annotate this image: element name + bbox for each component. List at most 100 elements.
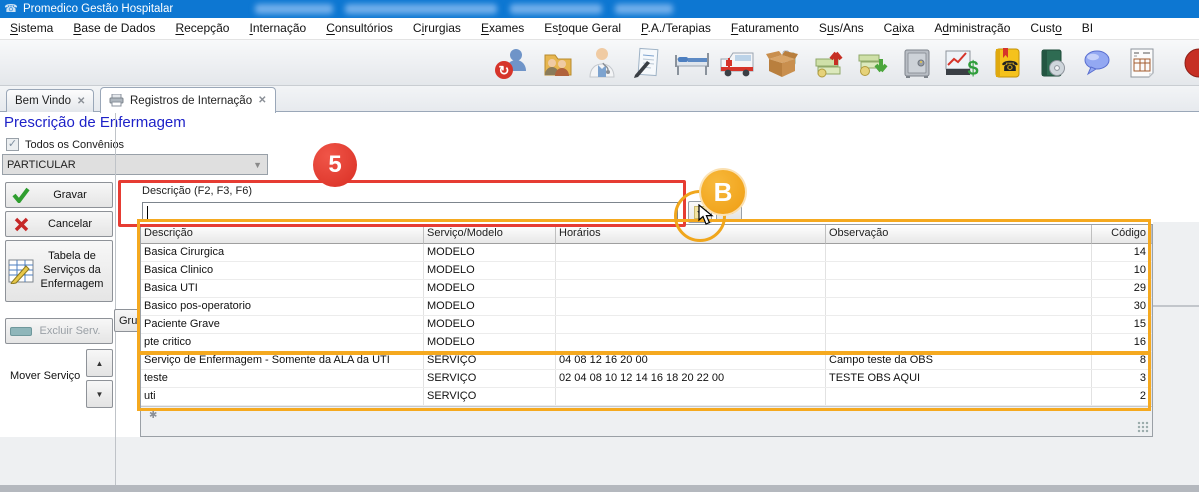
cell-4: 16: [1092, 334, 1152, 351]
cell-4: 15: [1092, 316, 1152, 333]
main-toolbar: ↻ $ ☎: [0, 40, 1199, 86]
phonebook-icon[interactable]: ☎: [987, 43, 1027, 83]
svg-text:$: $: [967, 58, 978, 80]
menu-item-custo[interactable]: Custo: [1020, 18, 1071, 39]
tab-registros-de-internacao[interactable]: Registros de Internação ✕: [100, 87, 276, 113]
service-table-button[interactable]: Tabela de Serviços da Enfermagem: [5, 240, 113, 302]
menu-item-caixa[interactable]: Caixa: [874, 18, 925, 39]
cell-4: 14: [1092, 244, 1152, 261]
menu-item-bi[interactable]: BI: [1072, 18, 1103, 39]
cell-0: Serviço de Enfermagem - Somente da ALA d…: [141, 352, 424, 369]
new-row-marker-icon: ✱: [149, 410, 157, 421]
cell-2: [556, 262, 826, 279]
down-arrow-icon: ▼: [96, 390, 104, 399]
table-row[interactable]: Basica CirurgicaMODELO14: [141, 244, 1152, 262]
cell-1: SERVIÇO: [424, 370, 556, 387]
close-icon[interactable]: ✕: [258, 95, 266, 106]
safe-icon[interactable]: [897, 43, 937, 83]
resize-grip-icon[interactable]: [1137, 421, 1149, 433]
chat-icon[interactable]: [1077, 43, 1117, 83]
tab-label: Registros de Internação: [130, 95, 252, 107]
cell-2: [556, 244, 826, 261]
table-row[interactable]: Basico pos-operatorioMODELO30: [141, 298, 1152, 316]
menu-item-administracao[interactable]: Administração: [924, 18, 1020, 39]
menu-item-sistema[interactable]: Sistema: [0, 18, 63, 39]
convenio-select[interactable]: PARTICULAR ▼: [2, 154, 268, 175]
descricao-more-button[interactable]: ...: [716, 203, 742, 222]
menu-item-sus-ans[interactable]: Sus/Ans: [809, 18, 874, 39]
cell-1: MODELO: [424, 262, 556, 279]
column-header-3[interactable]: Observação: [826, 225, 1092, 244]
tab-bar: Bem Vindo ✕ Registros de Internação ✕: [0, 86, 1199, 112]
table-row[interactable]: testeSERVIÇO02 04 08 10 12 14 16 18 20 2…: [141, 370, 1152, 388]
close-icon[interactable]: ✕: [77, 96, 85, 107]
move-down-button[interactable]: ▼: [86, 380, 113, 408]
cell-0: Basica Cirurgica: [141, 244, 424, 261]
menu-item-faturamento[interactable]: Faturamento: [721, 18, 809, 39]
right-splitter[interactable]: [1153, 305, 1199, 307]
menu-item-cirurgias[interactable]: Cirurgias: [403, 18, 471, 39]
tab-label: Bem Vindo: [15, 95, 71, 107]
services-grid: DescriçãoServiço/ModeloHoráriosObservaçã…: [140, 224, 1153, 437]
cell-0: Basico pos-operatorio: [141, 298, 424, 315]
menu-item-estoque-geral[interactable]: Estoque Geral: [534, 18, 631, 39]
check-icon: [6, 187, 36, 203]
money-receive-icon[interactable]: [852, 43, 892, 83]
up-arrow-icon: ▲: [96, 359, 104, 368]
redacted-text: [510, 4, 602, 14]
descricao-input[interactable]: [142, 202, 678, 222]
cell-3: [826, 316, 1092, 333]
table-edit-icon: [6, 258, 36, 284]
redacted-text: [255, 4, 333, 14]
patients-folder-icon[interactable]: [537, 43, 577, 83]
prescription-document-icon[interactable]: [627, 43, 667, 83]
hospital-bed-icon[interactable]: [672, 43, 712, 83]
cell-0: Basica UTI: [141, 280, 424, 297]
table-row[interactable]: pte criticoMODELO16: [141, 334, 1152, 352]
menu-item-recepcao[interactable]: Recepção: [165, 18, 239, 39]
grid-new-row[interactable]: ✱: [141, 406, 1152, 436]
tab-bem-vindo[interactable]: Bem Vindo ✕: [6, 89, 94, 112]
cell-4: 8: [1092, 352, 1152, 369]
delete-service-button-label: Excluir Serv.: [36, 325, 112, 337]
doctor-icon[interactable]: [582, 43, 622, 83]
delete-service-button[interactable]: Excluir Serv.: [5, 318, 113, 344]
report-icon[interactable]: [1122, 43, 1162, 83]
stock-box-icon[interactable]: [762, 43, 802, 83]
move-up-button[interactable]: ▲: [86, 349, 113, 377]
redacted-text: [615, 4, 673, 14]
printer-icon: [109, 94, 124, 107]
finance-chart-icon[interactable]: $: [942, 43, 982, 83]
column-header-0[interactable]: Descrição: [141, 225, 424, 244]
table-row[interactable]: Basica UTIMODELO29: [141, 280, 1152, 298]
cell-3: [826, 298, 1092, 315]
ambulance-icon[interactable]: [717, 43, 757, 83]
table-row[interactable]: Paciente GraveMODELO15: [141, 316, 1152, 334]
exit-icon[interactable]: [1167, 43, 1199, 83]
menu-item-internacao[interactable]: Internação: [239, 18, 316, 39]
table-row[interactable]: Serviço de Enfermagem - Somente da ALA d…: [141, 352, 1152, 370]
billing-money-up-icon[interactable]: [807, 43, 847, 83]
cell-0: pte critico: [141, 334, 424, 351]
sync-user-icon[interactable]: ↻: [492, 43, 532, 83]
table-row[interactable]: Basica ClinicoMODELO10: [141, 262, 1152, 280]
cell-4: 3: [1092, 370, 1152, 387]
right-panel-background: [1153, 222, 1199, 437]
menu-item-base-de-dados[interactable]: Base de Dados: [63, 18, 165, 39]
menu-item-consultorios[interactable]: Consultórios: [316, 18, 403, 39]
cell-2: 04 08 12 16 20 00: [556, 352, 826, 369]
cell-3: [826, 280, 1092, 297]
menu-item-pa-terapias[interactable]: P.A./Terapias: [631, 18, 721, 39]
manual-book-icon[interactable]: [1032, 43, 1072, 83]
descricao-dropdown-button[interactable]: [688, 201, 712, 223]
page-title: Prescrição de Enfermagem: [4, 114, 186, 131]
convenio-value: PARTICULAR: [7, 159, 76, 171]
todos-convenios-checkbox[interactable]: ✓: [6, 138, 19, 151]
menu-item-exames[interactable]: Exames: [471, 18, 534, 39]
save-button[interactable]: Gravar: [5, 182, 113, 208]
column-header-4[interactable]: Código: [1092, 225, 1152, 244]
table-row[interactable]: utiSERVIÇO2: [141, 388, 1152, 406]
column-header-1[interactable]: Serviço/Modelo: [424, 225, 556, 244]
column-header-2[interactable]: Horários: [556, 225, 826, 244]
cancel-button[interactable]: Cancelar: [5, 211, 113, 237]
